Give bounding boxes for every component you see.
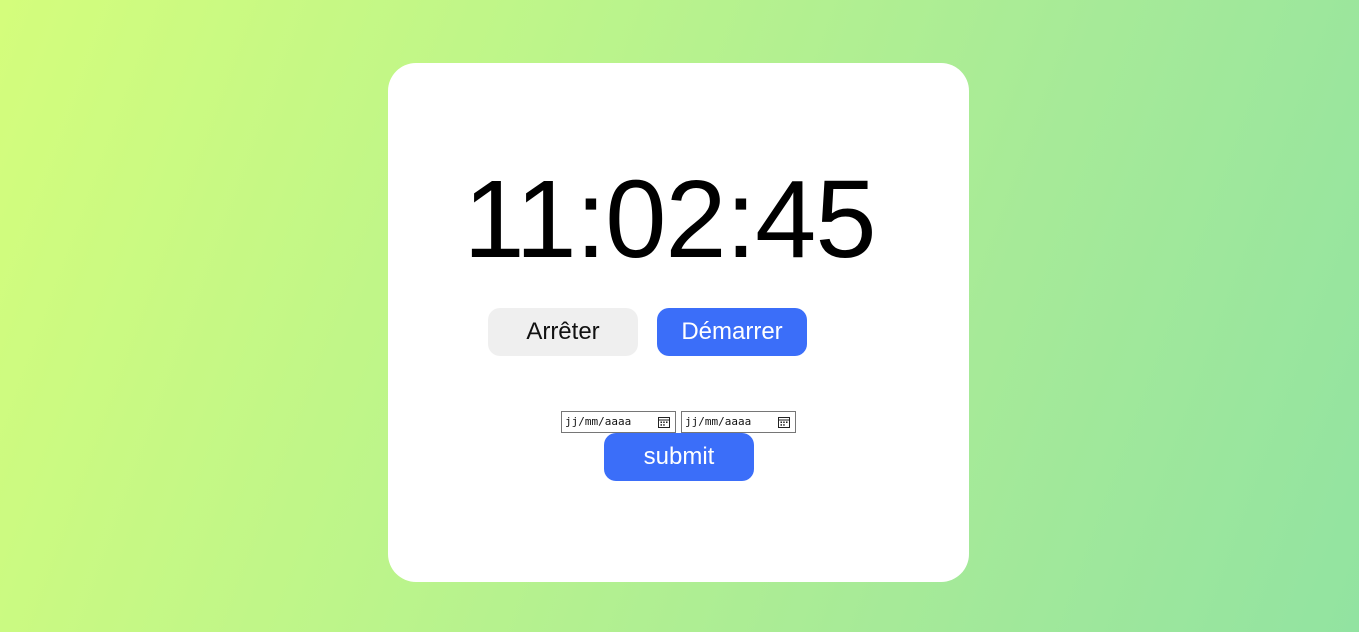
calendar-icon[interactable] (658, 416, 670, 428)
start-date-input[interactable]: jj/mm/aaaa (561, 411, 676, 433)
timer-display: 11:02:45 (463, 158, 876, 281)
stop-button[interactable]: Arrêter (488, 308, 638, 356)
start-date-placeholder: jj/mm/aaaa (565, 415, 632, 428)
calendar-icon[interactable] (778, 416, 790, 428)
start-button[interactable]: Démarrer (657, 308, 807, 356)
submit-button[interactable]: submit (604, 433, 754, 481)
end-date-input[interactable]: jj/mm/aaaa (681, 411, 796, 433)
end-date-placeholder: jj/mm/aaaa (685, 415, 752, 428)
